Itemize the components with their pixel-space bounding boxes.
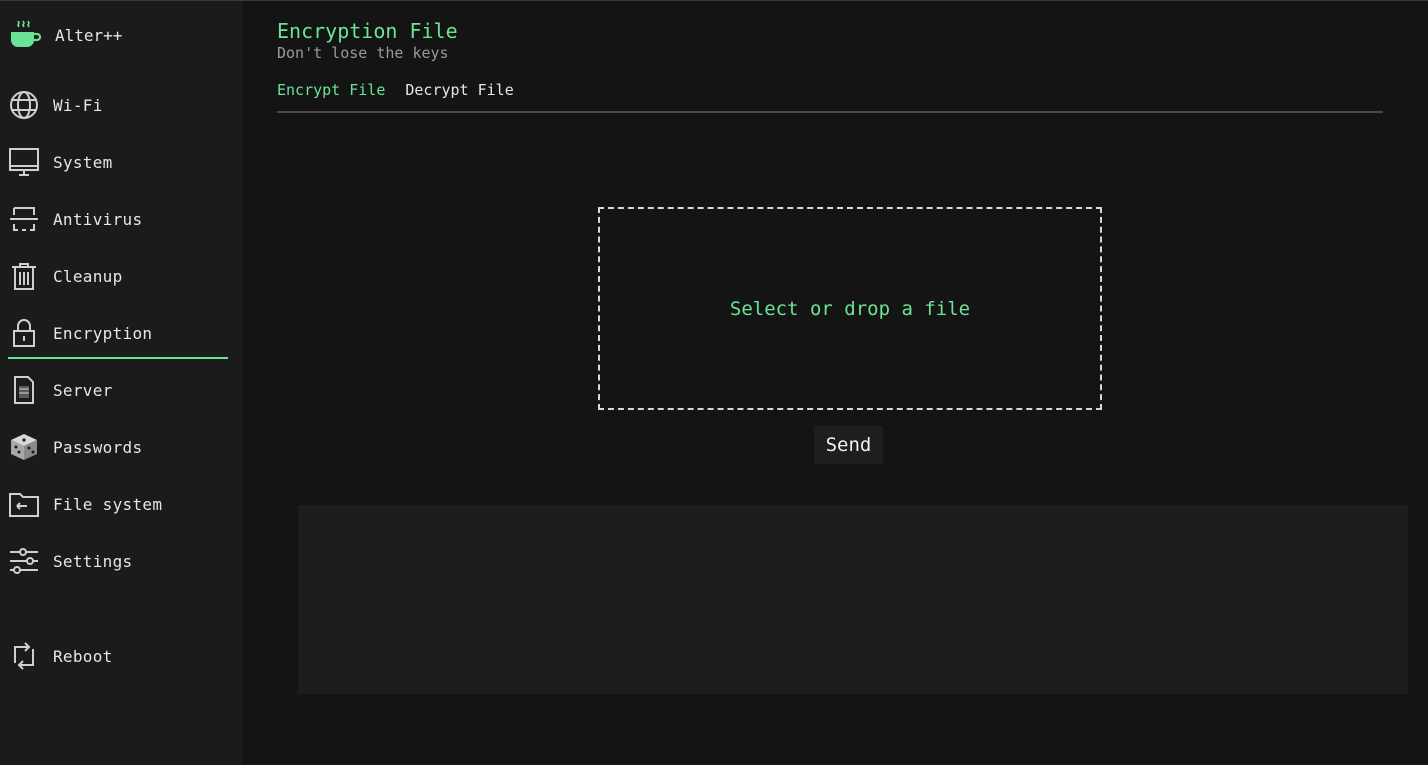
file-dropzone[interactable]: Select or drop a file	[598, 207, 1102, 410]
lock-icon	[8, 317, 40, 349]
tab-bar: Encrypt File Decrypt File	[277, 79, 1383, 113]
globe-icon	[8, 89, 40, 121]
dropzone-text: Select or drop a file	[729, 297, 971, 320]
sidebar-item-antivirus[interactable]: Antivirus	[8, 199, 228, 239]
sidebar-item-filesystem[interactable]: File system	[8, 484, 228, 524]
trash-icon	[8, 260, 40, 292]
sidebar-item-label: System	[53, 152, 113, 172]
tab-decrypt-file[interactable]: Decrypt File	[405, 79, 513, 111]
tab-encrypt-file[interactable]: Encrypt File	[277, 79, 385, 111]
reboot-icon	[8, 640, 40, 672]
sidebar-item-label: Antivirus	[53, 209, 143, 229]
brand: Alter++	[8, 17, 122, 53]
monitor-icon	[8, 146, 40, 178]
sidebar-item-label: Cleanup	[53, 266, 123, 286]
sidebar-item-encryption[interactable]: Encryption	[8, 313, 228, 359]
app-window: Alter++ Wi-Fi System Antivirus Cleanup E…	[0, 0, 1428, 765]
sidebar-item-label: Encryption	[53, 323, 153, 343]
sidebar-item-wifi[interactable]: Wi-Fi	[8, 85, 228, 125]
sidebar-item-server[interactable]: Server	[8, 370, 228, 410]
sidebar-item-passwords[interactable]: Passwords	[8, 427, 228, 467]
server-file-icon	[8, 374, 40, 406]
sliders-icon	[8, 545, 40, 577]
sidebar-item-cleanup[interactable]: Cleanup	[8, 256, 228, 296]
sidebar-item-settings[interactable]: Settings	[8, 541, 228, 581]
dice-icon	[8, 431, 40, 463]
page-title: Encryption File	[277, 19, 458, 43]
sidebar-item-label: File system	[53, 494, 163, 514]
main-content: Encryption File Don't lose the keys Encr…	[243, 1, 1428, 765]
reboot-button[interactable]: Reboot	[8, 636, 228, 676]
scanner-icon	[8, 203, 40, 235]
sidebar-item-system[interactable]: System	[8, 142, 228, 182]
sidebar-item-label: Passwords	[53, 437, 143, 457]
send-button[interactable]: Send	[814, 426, 883, 464]
sidebar-item-label: Settings	[53, 551, 133, 571]
reboot-label: Reboot	[53, 646, 113, 666]
folder-icon	[8, 488, 40, 520]
sidebar-item-label: Server	[53, 380, 113, 400]
app-name: Alter++	[55, 25, 123, 45]
coffee-cup-icon	[8, 18, 42, 52]
sidebar: Alter++ Wi-Fi System Antivirus Cleanup E…	[0, 1, 243, 765]
sidebar-item-label: Wi-Fi	[53, 95, 103, 115]
output-panel	[298, 505, 1408, 694]
page-subtitle: Don't lose the keys	[277, 44, 449, 62]
